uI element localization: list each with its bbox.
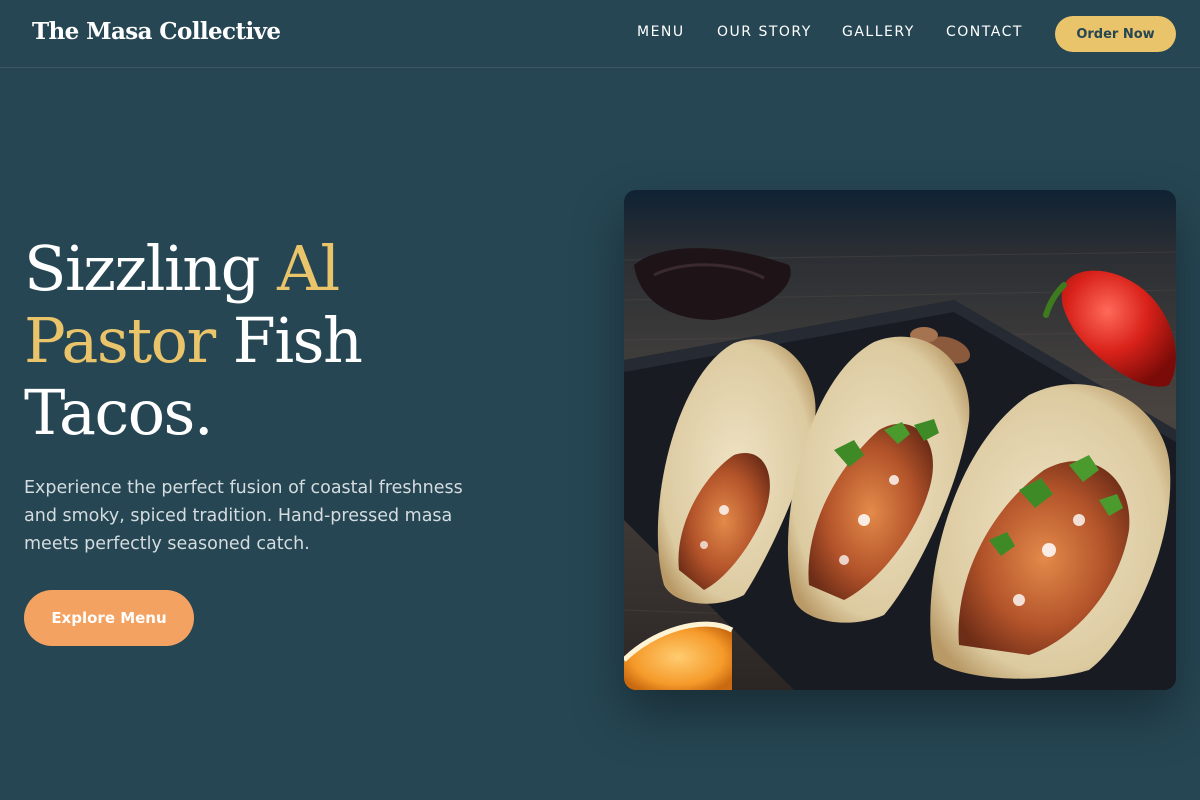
- explore-menu-button[interactable]: Explore Menu: [24, 590, 194, 646]
- order-now-button[interactable]: Order Now: [1055, 16, 1176, 52]
- hero-description: Experience the perfect fusion of coastal…: [24, 478, 463, 554]
- title-al: Al: [277, 232, 340, 305]
- nav-our-story[interactable]: OUR STORY: [717, 24, 812, 40]
- site-header: The Masa Collective MENU OUR STORY GALLE…: [0, 0, 1200, 68]
- nav-contact[interactable]: CONTACT: [946, 24, 1023, 40]
- title-sizzling: Sizzling: [24, 232, 278, 305]
- tacos-photo: [624, 190, 1176, 690]
- tacos-illustration: [624, 190, 1176, 690]
- site-logo[interactable]: The Masa Collective: [32, 18, 281, 45]
- title-pastor: Pastor: [24, 304, 216, 377]
- nav-gallery[interactable]: GALLERY: [842, 24, 915, 40]
- title-fish: Fish: [214, 304, 363, 377]
- nav-menu[interactable]: MENU: [637, 24, 685, 40]
- hero-title: Sizzling Al Pastor Fish Tacos.: [24, 232, 363, 449]
- title-tacos: Tacos.: [24, 376, 214, 449]
